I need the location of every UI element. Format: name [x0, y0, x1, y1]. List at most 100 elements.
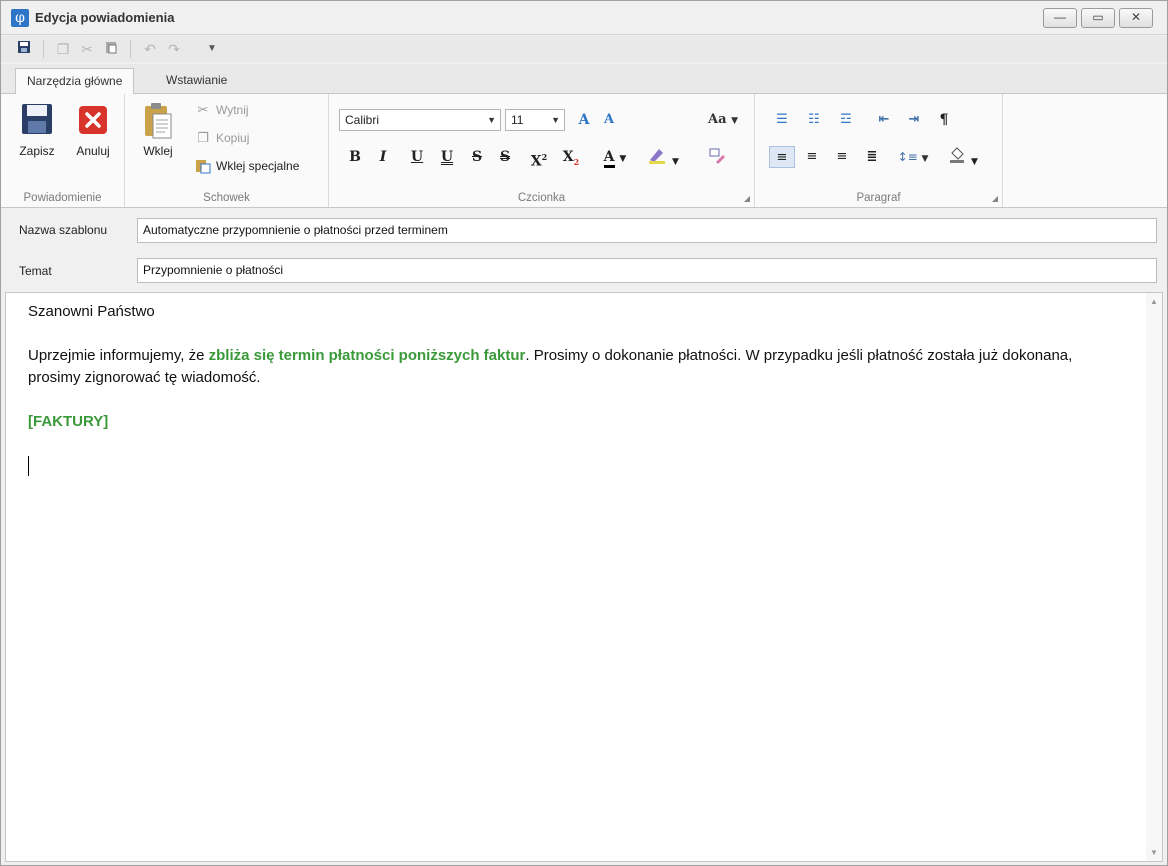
copy-icon: ❐: [197, 130, 209, 145]
customize-dropdown-icon[interactable]: ▼: [201, 38, 223, 60]
bullets-button[interactable]: ☰: [771, 109, 793, 131]
align-center-icon: ≡: [806, 149, 818, 164]
clear-formatting-button[interactable]: [705, 146, 729, 168]
copy-button[interactable]: ❐ Kopiuj: [195, 130, 249, 146]
justify-icon: ≣: [866, 149, 878, 164]
shrink-font-button[interactable]: A: [599, 109, 619, 131]
cut-icon[interactable]: ✂: [76, 38, 98, 60]
paste-icon[interactable]: [100, 38, 122, 60]
align-left-icon: ≡: [776, 150, 788, 165]
chevron-down-icon: ▼: [671, 157, 679, 167]
grow-font-button[interactable]: A: [573, 109, 595, 131]
ribbon-group-notification: Zapisz Anuluj Powiadomienie: [1, 94, 125, 207]
bold-label: B: [349, 149, 361, 165]
change-case-button[interactable]: Aa ▼: [703, 109, 743, 131]
tab-insert[interactable]: Wstawianie: [155, 68, 238, 95]
change-case-label: Aa: [708, 112, 727, 127]
paste-special-button[interactable]: Wklej specjalne: [195, 158, 299, 174]
double-underline-button[interactable]: U: [437, 146, 457, 168]
title-bar[interactable]: φ Edycja powiadomienia — ▭ ✕: [1, 1, 1167, 35]
editor-content[interactable]: Szanowni Państwo Uprzejmie informujemy, …: [28, 301, 1118, 477]
font-color-label: A: [603, 149, 615, 168]
vertical-scrollbar[interactable]: ▲ ▼: [1146, 293, 1162, 861]
chevron-down-icon: ▼: [921, 154, 929, 164]
strikethrough-button[interactable]: S: [467, 146, 487, 168]
line-spacing-button[interactable]: ↕≡ ▼: [893, 146, 933, 168]
align-right-button[interactable]: ≡: [831, 146, 853, 168]
font-size-value: 11: [511, 113, 524, 127]
quick-access-toolbar: ❐ ✂ ↶ ↷ ▼: [1, 36, 1167, 62]
paste-special-button-label: Wklej specjalne: [216, 159, 300, 173]
font-name-dropdown[interactable]: Calibri ▼: [339, 109, 501, 131]
chevron-down-icon: ▼: [551, 115, 560, 125]
numbered-list-icon: ☷: [808, 112, 820, 127]
multilevel-list-button[interactable]: ☲: [835, 109, 857, 131]
underline-button[interactable]: U: [407, 146, 427, 168]
greeting-line: Szanowni Państwo: [28, 303, 155, 320]
double-underline-label: U: [440, 149, 454, 165]
ribbon: Zapisz Anuluj Powiadomienie Wklej ✂ Wytn…: [1, 94, 1167, 208]
app-logo-icon: φ: [11, 9, 29, 27]
cancel-button[interactable]: Anuluj: [67, 100, 119, 158]
justify-button[interactable]: ≣: [861, 146, 883, 168]
minimize-button[interactable]: —: [1043, 8, 1077, 28]
subscript-label: X: [562, 149, 574, 165]
chevron-down-icon: ▼: [619, 154, 627, 164]
paste-button[interactable]: Wklej: [135, 100, 181, 158]
maximize-button[interactable]: ▭: [1081, 8, 1115, 28]
italic-button[interactable]: I: [373, 146, 393, 168]
subject-input[interactable]: Przypomnienie o płatności: [137, 258, 1157, 283]
align-left-button[interactable]: ≡: [769, 146, 795, 168]
shading-button[interactable]: ▼: [941, 146, 985, 168]
superscript-button[interactable]: X2: [529, 146, 549, 170]
italic-label: I: [379, 149, 387, 165]
window: φ Edycja powiadomienia — ▭ ✕ ❐ ✂ ↶ ↷ ▼ N…: [0, 0, 1168, 866]
font-color-button[interactable]: A ▼: [597, 146, 633, 168]
show-formatting-button[interactable]: ¶: [933, 109, 955, 131]
body-text-highlight: zbliża się termin płatności poniższych f…: [208, 347, 526, 364]
font-size-dropdown[interactable]: 11 ▼: [505, 109, 565, 131]
subject-label: Temat: [19, 264, 52, 278]
scroll-down-icon[interactable]: ▼: [1146, 848, 1162, 857]
scissors-icon: ✂: [197, 102, 209, 117]
text-caret: [28, 456, 29, 477]
subscript-button[interactable]: X2: [561, 146, 581, 168]
increase-indent-icon: ⇥: [908, 112, 920, 127]
cut-button[interactable]: ✂ Wytnij: [195, 102, 249, 118]
align-center-button[interactable]: ≡: [801, 146, 823, 168]
cancel-button-label: Anuluj: [76, 144, 110, 158]
cancel-x-icon: [76, 100, 110, 138]
group-label-clipboard: Schowek: [203, 192, 250, 204]
scroll-up-icon[interactable]: ▲: [1146, 297, 1162, 306]
message-editor[interactable]: Szanowni Państwo Uprzejmie informujemy, …: [5, 292, 1163, 862]
template-name-label: Nazwa szablonu: [19, 223, 108, 237]
paint-bucket-icon: [950, 147, 965, 163]
ribbon-group-font: Calibri ▼ 11 ▼ A A Aa ▼ B I U U S S X2 X: [329, 94, 755, 207]
window-title: Edycja powiadomienia: [35, 10, 175, 25]
redo-icon[interactable]: ↷: [163, 38, 185, 60]
double-strikethrough-button[interactable]: S: [495, 146, 515, 168]
copy-button-label: Kopiuj: [216, 131, 250, 145]
bold-button[interactable]: B: [345, 146, 365, 168]
save-icon[interactable]: [13, 38, 35, 60]
close-button[interactable]: ✕: [1119, 8, 1153, 28]
increase-indent-button[interactable]: ⇥: [903, 109, 925, 131]
undo-icon[interactable]: ↶: [139, 38, 161, 60]
window-controls: — ▭ ✕: [1043, 8, 1153, 28]
underline-label: U: [410, 149, 424, 165]
tab-home[interactable]: Narzędzia główne: [15, 68, 135, 95]
template-form: Nazwa szablonu Automatyczne przypomnieni…: [1, 209, 1167, 291]
numbering-button[interactable]: ☷: [803, 109, 825, 131]
toolbar-separator: [130, 40, 131, 58]
pilcrow-icon: ¶: [939, 112, 949, 128]
group-label-paragraph: Paragraf: [856, 192, 901, 204]
chevron-down-icon: ▼: [487, 115, 496, 125]
chevron-down-icon: ▼: [731, 116, 738, 126]
save-button[interactable]: Zapisz: [11, 100, 63, 158]
highlight-color-button[interactable]: ▼: [643, 146, 683, 168]
decrease-indent-icon: ⇤: [878, 112, 890, 127]
decrease-indent-button[interactable]: ⇤: [873, 109, 895, 131]
copy-icon[interactable]: ❐: [52, 38, 74, 60]
template-name-input[interactable]: Automatyczne przypomnienie o płatności p…: [137, 218, 1157, 243]
eraser-icon: [709, 148, 725, 164]
